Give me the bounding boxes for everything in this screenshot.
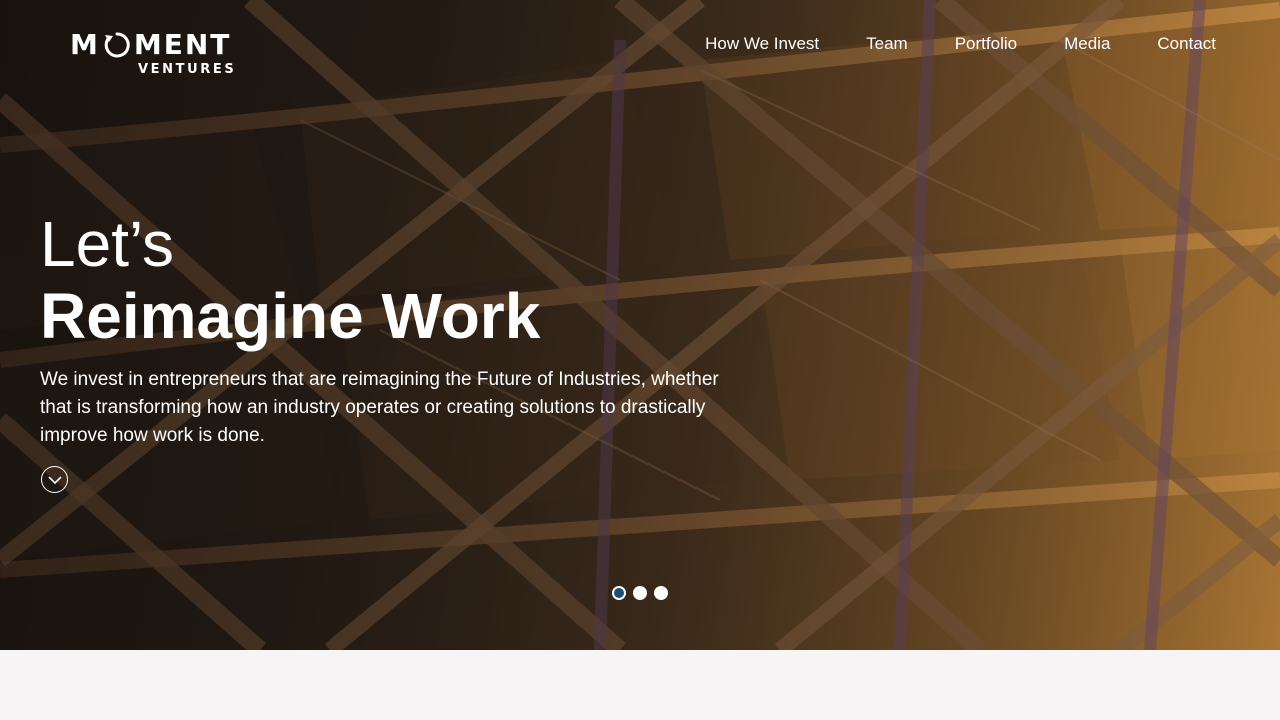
logo-wordmark: M MENT	[70, 28, 231, 61]
nav-portfolio[interactable]: Portfolio	[955, 34, 1017, 54]
hero-description: We invest in entrepreneurs that are reim…	[40, 369, 719, 446]
circular-arrow-o-icon	[102, 30, 132, 60]
moment-ventures-logo[interactable]: M MENT VENTURES	[70, 24, 245, 80]
nav-team[interactable]: Team	[866, 34, 908, 54]
hero-headline: Let’s Reimagine Work	[40, 208, 540, 352]
logo-letters-ment: MENT	[133, 28, 232, 61]
headline-rest: Work	[363, 280, 541, 352]
carousel-dot-3[interactable]	[654, 586, 668, 600]
headline-bold-word: Reimagine	[40, 280, 364, 352]
hero-section: M MENT VENTURES How We Invest Team Portf…	[0, 0, 1280, 650]
carousel-dot-2[interactable]	[633, 586, 647, 600]
carousel-pagination	[612, 586, 668, 600]
main-navigation: How We Invest Team Portfolio Media Conta…	[658, 34, 1216, 54]
chevron-down-circle-icon	[47, 475, 62, 484]
headline-line-1: Let’s	[40, 208, 175, 280]
logo-subtitle: VENTURES	[138, 62, 237, 77]
nav-contact[interactable]: Contact	[1157, 34, 1216, 54]
carousel-dot-1[interactable]	[612, 586, 626, 600]
nav-how-we-invest[interactable]: How We Invest	[705, 34, 819, 54]
nav-media[interactable]: Media	[1064, 34, 1110, 54]
headline-line-2: Reimagine Work	[40, 280, 540, 352]
scroll-down-button[interactable]	[41, 466, 68, 493]
logo-letter-m: M	[70, 28, 100, 61]
